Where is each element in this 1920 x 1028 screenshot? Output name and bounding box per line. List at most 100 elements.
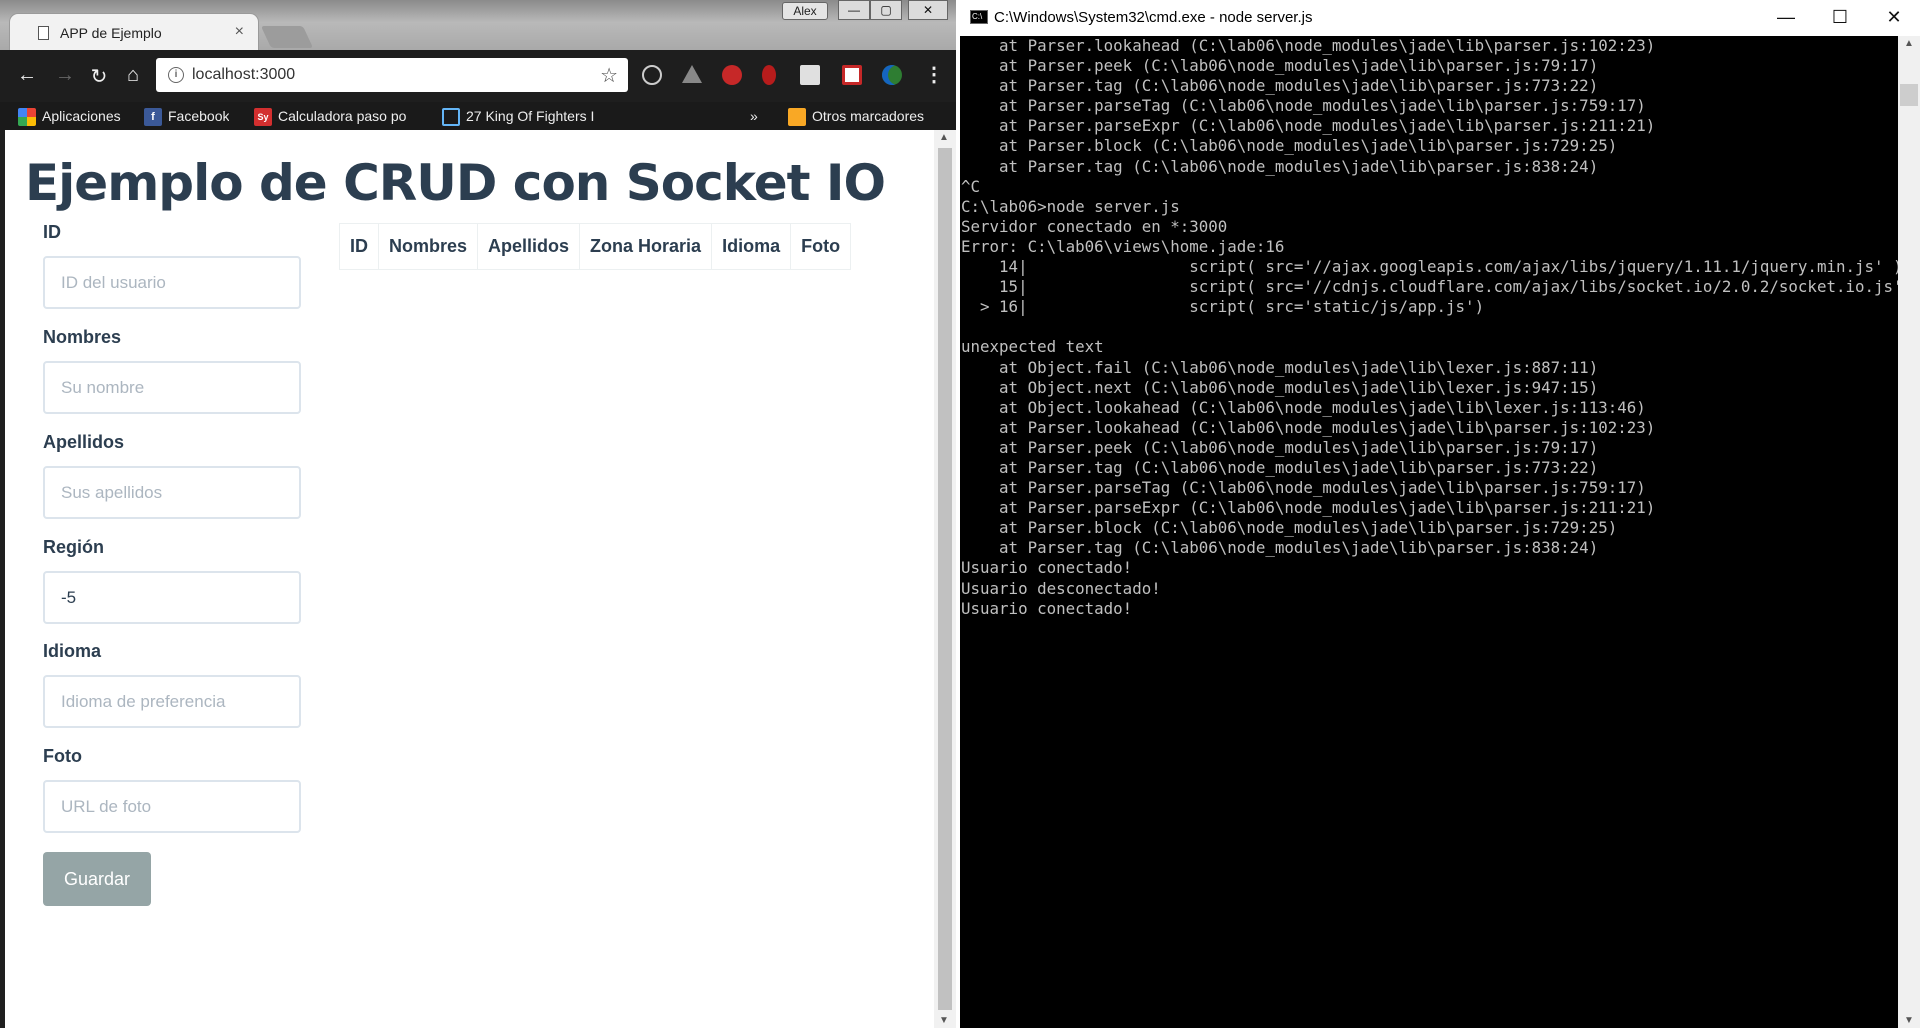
cmd-icon: C:\ <box>970 10 988 24</box>
scroll-down-icon[interactable]: ▼ <box>939 1015 949 1026</box>
console-line: Usuario conectado! <box>961 598 1133 618</box>
console-line: unexpected text <box>961 337 1104 357</box>
console-line: at Parser.parseTag (C:\lab06\node_module… <box>961 96 1646 116</box>
bookmarks-overflow-button[interactable]: » <box>750 105 758 127</box>
console-line: at Parser.tag (C:\lab06\node_modules\jad… <box>961 156 1599 176</box>
scroll-up-icon[interactable]: ▲ <box>939 132 949 143</box>
column-header-foto: Foto <box>790 223 852 270</box>
console-line: at Parser.peek (C:\lab06\node_modules\ja… <box>961 437 1599 457</box>
console-line: 14| script( src='//ajax.googleapis.com/a… <box>961 257 1898 277</box>
address-bar[interactable]: i localhost:3000 ☆ <box>156 58 628 92</box>
nombres-label: Nombres <box>43 327 122 347</box>
console-line: C:\lab06>node server.js <box>961 196 1180 216</box>
bookmark-label: 27 King Of Fighters I <box>466 108 595 124</box>
tab-close-icon[interactable]: × <box>235 23 244 41</box>
browser-window: APP de Ejemplo × Alex — ▢ ✕ ← → ↻ ⌂ i lo… <box>0 0 956 1028</box>
console-line: > 16| script( src='static/js/app.js') <box>961 297 1485 317</box>
column-header-idioma: Idioma <box>711 223 792 270</box>
bookmark-aplicaciones[interactable]: Aplicaciones <box>18 105 121 127</box>
table-header-row: ID Nombres Apellidos Zona Horaria Idioma… <box>339 223 852 270</box>
folder-icon <box>788 108 806 127</box>
reload-icon[interactable]: ↻ <box>86 64 112 89</box>
info-icon[interactable]: i <box>168 67 184 83</box>
kof-icon <box>442 108 460 127</box>
apellidos-label: Apellidos <box>43 432 125 452</box>
bookmark-facebook[interactable]: f Facebook <box>144 105 229 127</box>
console-line: ^C <box>961 176 981 196</box>
tab-app-de-ejemplo[interactable]: APP de Ejemplo × <box>10 14 258 52</box>
bookmark-star-icon[interactable]: ☆ <box>600 63 618 88</box>
foto-label: Foto <box>43 746 82 766</box>
forward-icon[interactable]: → <box>52 64 78 87</box>
users-table: ID Nombres Apellidos Zona Horaria Idioma… <box>339 223 852 270</box>
console-line: at Parser.parseTag (C:\lab06\node_module… <box>961 478 1646 498</box>
close-icon[interactable]: ✕ <box>1874 4 1914 30</box>
console-line: at Parser.tag (C:\lab06\node_modules\jad… <box>961 457 1599 477</box>
maximize-button[interactable]: ▢ <box>870 0 902 20</box>
region-input[interactable] <box>43 571 301 624</box>
cmd-title-bar: C:\ C:\Windows\System32\cmd.exe - node s… <box>960 0 1920 36</box>
speed-dial-extension-icon[interactable] <box>642 65 662 85</box>
browser-toolbar: ← → ↻ ⌂ i localhost:3000 ☆ ⋮ <box>0 50 956 102</box>
bookmark-label: Facebook <box>168 108 230 124</box>
save-button[interactable]: Guardar <box>43 852 151 906</box>
close-window-button[interactable]: ✕ <box>908 0 948 20</box>
cmd-window-title: C:\Windows\System32\cmd.exe - node serve… <box>994 9 1313 26</box>
globe-extension-icon[interactable] <box>882 65 902 85</box>
drive-extension-icon[interactable] <box>682 65 702 83</box>
console-line: Error: C:\lab06\views\home.jade:16 <box>961 236 1285 256</box>
console-line: Usuario conectado! <box>961 558 1133 578</box>
column-header-apellidos: Apellidos <box>477 223 581 270</box>
minimize-icon[interactable]: — <box>1766 4 1806 30</box>
region-label: Región <box>43 537 104 557</box>
console-line: at Parser.peek (C:\lab06\node_modules\ja… <box>961 56 1599 76</box>
bookmark-king-of-fighters[interactable]: 27 King Of Fighters I <box>442 105 610 127</box>
bookmark-otros-marcadores[interactable]: Otros marcadores <box>788 105 924 127</box>
console-line: at Parser.tag (C:\lab06\node_modules\jad… <box>961 538 1599 558</box>
id-input[interactable] <box>43 256 301 309</box>
page-scrollbar[interactable]: ▲ ▼ <box>934 130 956 1028</box>
tab-strip: APP de Ejemplo × Alex — ▢ ✕ <box>0 0 956 52</box>
console-line: at Parser.parseExpr (C:\lab06\node_modul… <box>961 498 1656 518</box>
facebook-icon: f <box>144 108 162 127</box>
console-line: at Parser.lookahead (C:\lab06\node_modul… <box>961 417 1656 437</box>
adblock-extension-icon[interactable] <box>722 65 742 85</box>
console-line: at Parser.block (C:\lab06\node_modules\j… <box>961 136 1618 156</box>
column-header-nombres: Nombres <box>377 223 479 270</box>
bookmark-label: Calculadora paso po <box>278 108 407 124</box>
cmd-window: C:\ C:\Windows\System32\cmd.exe - node s… <box>960 0 1920 1028</box>
idioma-input[interactable] <box>43 675 301 728</box>
bookmark-calculadora[interactable]: Sy Calculadora paso po <box>254 105 424 127</box>
home-icon[interactable]: ⌂ <box>120 64 146 87</box>
bookmark-label: Aplicaciones <box>42 108 121 124</box>
mcafee-extension-icon[interactable] <box>842 65 862 85</box>
maximize-icon[interactable]: ☐ <box>1820 4 1860 30</box>
kebab-menu-icon[interactable]: ⋮ <box>924 62 944 87</box>
security-extension-icon[interactable] <box>762 65 776 85</box>
back-icon[interactable]: ← <box>14 64 40 87</box>
page-viewport: Ejemplo de CRUD con Socket IO ID Nombres… <box>5 130 934 1028</box>
cmd-scrollbar[interactable]: ▲ ▼ <box>1898 36 1920 1028</box>
minimize-button[interactable]: — <box>838 0 870 20</box>
cube-extension-icon[interactable] <box>800 65 820 85</box>
scroll-thumb[interactable] <box>938 148 952 1010</box>
new-tab-button[interactable] <box>260 26 314 48</box>
bookmark-label: Otros marcadores <box>812 108 925 124</box>
nombres-input[interactable] <box>43 361 301 414</box>
scroll-down-icon[interactable]: ▼ <box>1904 1015 1914 1026</box>
foto-input[interactable] <box>43 780 301 833</box>
scroll-up-icon[interactable]: ▲ <box>1904 38 1914 49</box>
page-title: Ejemplo de CRUD con Socket IO <box>25 154 886 212</box>
console-output[interactable]: at Parser.lookahead (C:\lab06\node_modul… <box>960 36 1898 1028</box>
console-line: at Parser.block (C:\lab06\node_modules\j… <box>961 518 1618 538</box>
page-icon <box>38 26 49 40</box>
tab-title: APP de Ejemplo <box>60 25 162 41</box>
console-line: Usuario desconectado! <box>961 578 1161 598</box>
apellidos-input[interactable] <box>43 466 301 519</box>
symbolab-icon: Sy <box>254 108 272 127</box>
profile-button[interactable]: Alex <box>782 2 828 20</box>
cmd-scroll-thumb[interactable] <box>1900 84 1918 106</box>
console-line: at Parser.parseExpr (C:\lab06\node_modul… <box>961 116 1656 136</box>
console-line: at Parser.lookahead (C:\lab06\node_modul… <box>961 36 1656 55</box>
